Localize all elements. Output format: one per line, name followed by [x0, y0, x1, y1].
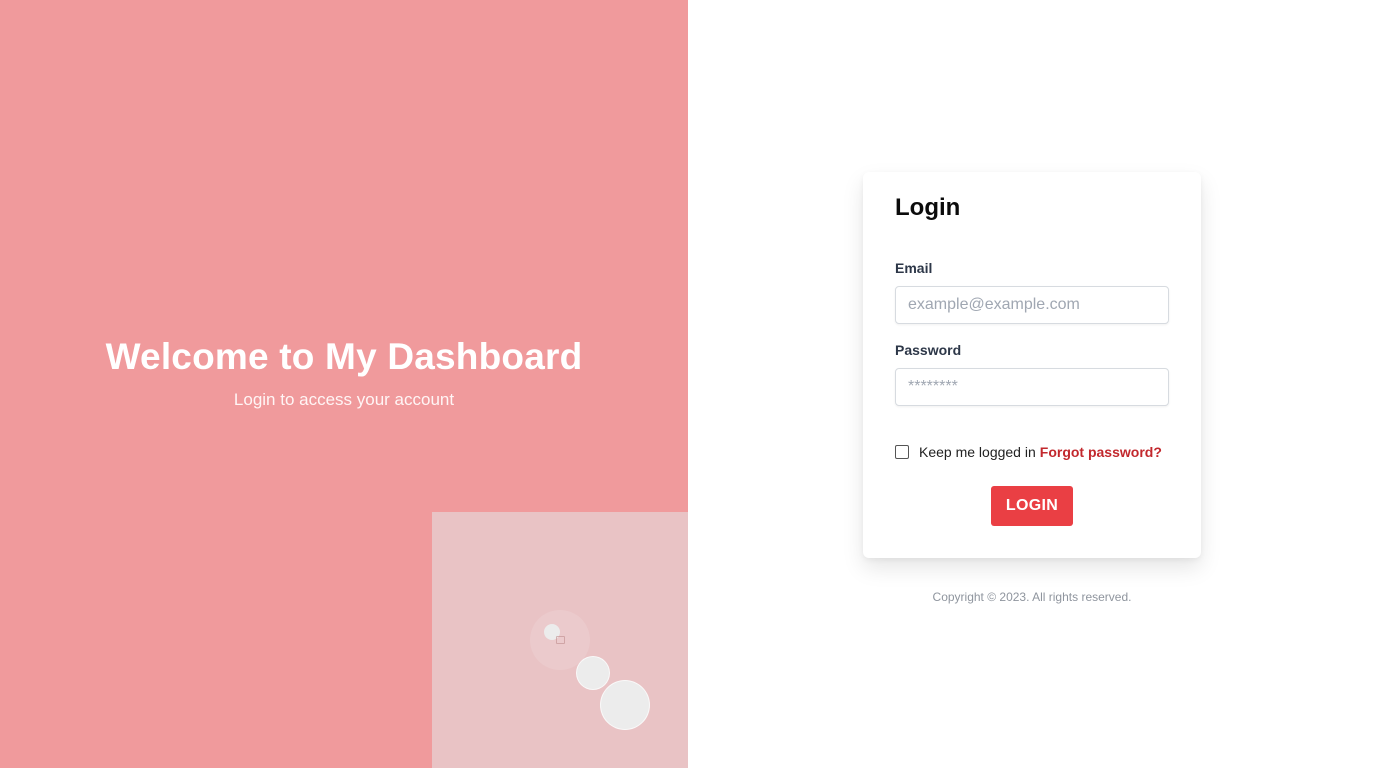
- forgot-password-link[interactable]: Forgot password?: [1040, 444, 1162, 460]
- remember-label: Keep me logged in: [919, 444, 1036, 460]
- email-label: Email: [895, 260, 933, 276]
- decorative-image-icon: [556, 636, 565, 644]
- password-field[interactable]: [895, 368, 1169, 406]
- copyright-text: Copyright © 2023. All rights reserved.: [932, 590, 1132, 604]
- remember-row: Keep me logged in Forgot password?: [895, 442, 1175, 462]
- login-button[interactable]: LOGIN: [991, 486, 1073, 526]
- remember-checkbox[interactable]: [895, 445, 909, 459]
- password-label: Password: [895, 342, 962, 358]
- decorative-circle-large: [600, 680, 650, 730]
- hero-subtitle: Login to access your account: [233, 390, 455, 409]
- login-page: Welcome to My Dashboard Login to access …: [0, 0, 1376, 768]
- login-title: Login: [895, 194, 961, 221]
- hero-panel: Welcome to My Dashboard Login to access …: [0, 0, 688, 768]
- login-card: Login Email Password Keep me logged in F…: [863, 172, 1201, 558]
- decorative-circle-medium: [576, 656, 610, 690]
- email-field[interactable]: [895, 286, 1169, 324]
- hero-title: Welcome to My Dashboard: [105, 336, 583, 377]
